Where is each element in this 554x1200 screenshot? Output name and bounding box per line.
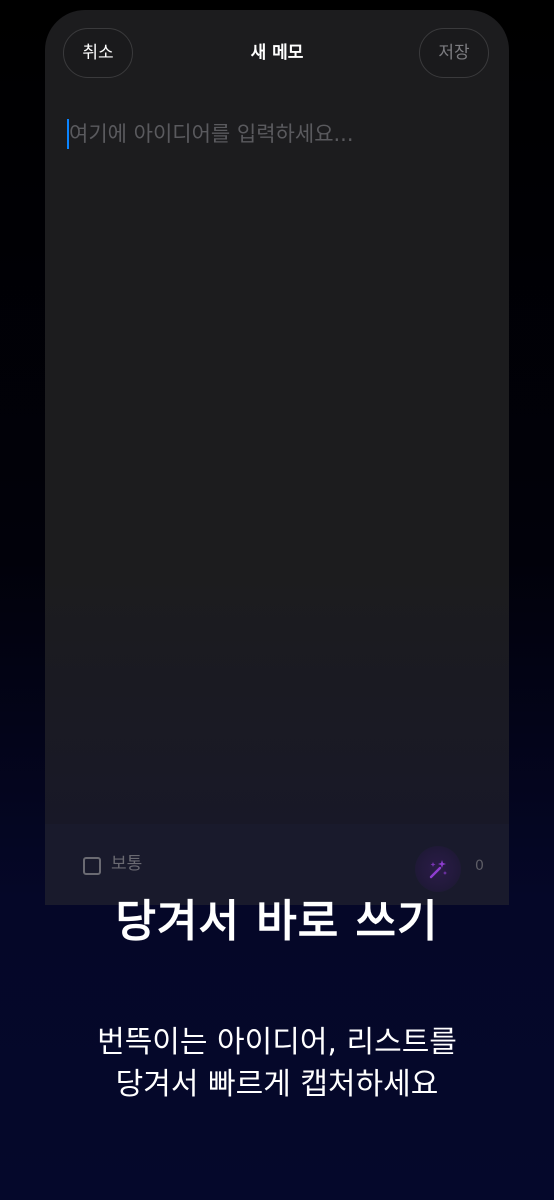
priority-label: 보통 [111,854,143,874]
phone-screen: 취소 새 메모 저장 여기에 아이디어를 입력하세요... 보통 0 [45,10,509,905]
promo-headline: 당겨서 바로 쓰기 [115,896,439,947]
memo-placeholder: 여기에 아이디어를 입력하세요... [69,122,354,146]
promo-subtitle-line-1: 번뜩이는 아이디어, 리스트를 [97,1025,457,1060]
magic-wand-icon [429,860,447,879]
save-button[interactable]: 저장 [419,28,489,78]
priority-checkbox[interactable] [83,857,101,875]
promo-subtitle: 번뜩이는 아이디어, 리스트를 당겨서 빠르게 캡처하세요 [0,1022,554,1106]
promo-subtitle-line-2: 당겨서 빠르게 캡처하세요 [115,1067,439,1102]
memo-text-area[interactable]: 여기에 아이디어를 입력하세요... [67,114,487,154]
page-title: 새 메모 [250,43,304,63]
character-count: 0 [475,858,484,874]
magic-wand-button[interactable] [415,846,461,892]
cancel-button[interactable]: 취소 [63,28,133,78]
